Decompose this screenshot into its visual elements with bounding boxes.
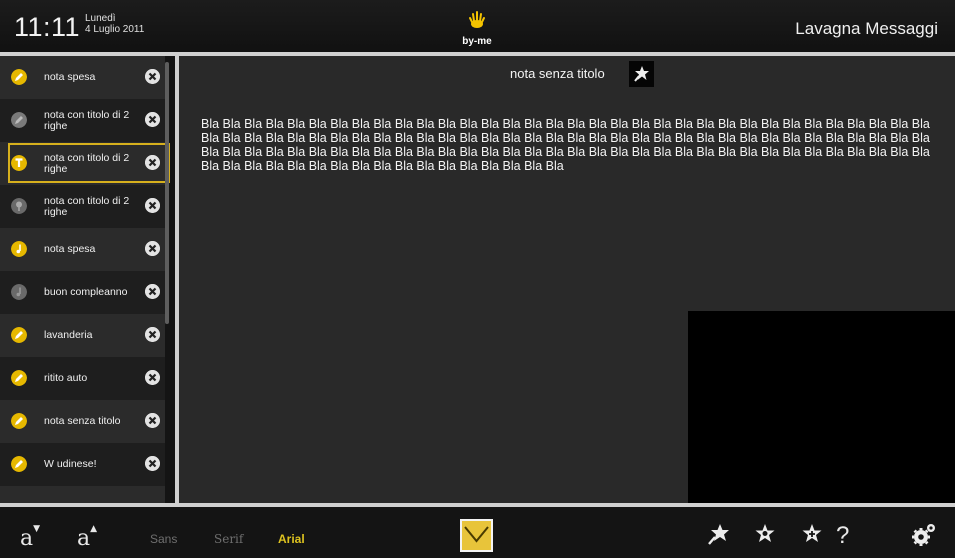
list-item-selected[interactable]: nota con titolo di 2 righe <box>0 142 170 185</box>
logo-text: by-me <box>462 36 492 47</box>
list-item[interactable]: buon compleanno <box>0 271 165 314</box>
pencil-icon <box>11 69 27 85</box>
arrow-up-icon: ▲ <box>90 524 98 534</box>
list-item[interactable]: nota senza titolo <box>0 400 165 443</box>
close-icon[interactable] <box>145 155 160 170</box>
empty-panel <box>688 311 955 503</box>
note-label: nota con titolo di 2 righe <box>44 108 130 132</box>
day-label: Lunedì <box>85 13 116 24</box>
pin-button[interactable] <box>629 61 654 87</box>
notes-sidebar[interactable]: nota spesa nota con titolo di 2 righe no… <box>0 56 175 503</box>
close-icon[interactable] <box>145 69 160 84</box>
list-item[interactable]: nota spesa <box>0 56 165 99</box>
font-smaller-button[interactable]: a▼ <box>20 524 41 551</box>
star-outline-icon[interactable] <box>752 521 778 547</box>
pin-star-icon <box>634 66 649 82</box>
date-display: Lunedì 4 Luglio 2011 <box>85 13 144 35</box>
note-color-button[interactable] <box>460 519 493 552</box>
note-label: nota con titolo di 2 righe <box>44 194 130 218</box>
close-icon[interactable] <box>145 112 160 127</box>
sidebar-scrollbar[interactable] <box>165 62 169 324</box>
note-label: W udinese! <box>44 458 97 470</box>
note-label: nota senza titolo <box>44 415 121 427</box>
font-option-arial[interactable]: Arial <box>278 532 305 546</box>
footer-toolbar: a▼ a▲ Sans Serif Arial ? <box>0 507 955 558</box>
note-body: Bla Bla Bla Bla Bla Bla Bla Bla Bla Bla … <box>201 117 930 173</box>
list-item-partial <box>0 486 165 503</box>
font-larger-label: a <box>77 526 91 551</box>
settings-gear-icon[interactable] <box>910 521 938 549</box>
close-icon[interactable] <box>145 327 160 342</box>
font-smaller-label: a <box>20 526 34 551</box>
clock: 11:11 <box>14 12 81 42</box>
close-icon[interactable] <box>145 370 160 385</box>
note-label: buon compleanno <box>44 286 128 298</box>
pin-icon <box>11 198 27 214</box>
check-mark-icon <box>464 526 489 543</box>
text-T-icon <box>11 155 27 171</box>
list-item[interactable]: nota con titolo di 2 righe <box>0 185 165 228</box>
note-label: nota spesa <box>44 71 96 83</box>
close-icon[interactable] <box>145 456 160 471</box>
arrow-down-icon: ▼ <box>33 524 41 534</box>
font-larger-button[interactable]: a▲ <box>77 524 98 551</box>
close-icon[interactable] <box>145 241 160 256</box>
list-item[interactable]: nota con titolo di 2 righe <box>0 99 165 142</box>
pin-star-icon[interactable] <box>706 521 732 547</box>
pencil-icon <box>11 413 27 429</box>
font-option-serif[interactable]: Serif <box>214 532 243 546</box>
note-title: nota senza titolo <box>510 66 605 81</box>
note-viewer: nota senza titolo Bla Bla Bla Bla Bla Bl… <box>179 56 955 503</box>
list-item[interactable]: ritito auto <box>0 357 165 400</box>
pencil-icon <box>11 112 27 128</box>
note-label: lavanderia <box>44 329 93 341</box>
star-plus-icon[interactable] <box>799 521 825 547</box>
hand-logo-icon <box>469 11 485 28</box>
list-item[interactable]: lavanderia <box>0 314 165 357</box>
date-label: 4 Luglio 2011 <box>85 24 145 35</box>
note-label: nota con titolo di 2 righe <box>44 151 130 175</box>
app-title: Lavagna Messaggi <box>795 19 938 38</box>
byme-logo: by-me <box>462 10 492 47</box>
header-bar: 11:11 Lunedì 4 Luglio 2011 by-me Lavagna… <box>0 0 955 52</box>
close-icon[interactable] <box>145 284 160 299</box>
note-label: ritito auto <box>44 372 88 384</box>
list-item[interactable]: nota spesa <box>0 228 165 271</box>
pencil-icon <box>11 327 27 343</box>
pencil-icon <box>11 370 27 386</box>
music-note-icon <box>11 241 27 257</box>
note-label: nota spesa <box>44 243 96 255</box>
close-icon[interactable] <box>145 413 160 428</box>
music-note-icon <box>11 284 27 300</box>
close-icon[interactable] <box>145 198 160 213</box>
font-option-sans[interactable]: Sans <box>150 532 177 546</box>
help-button[interactable]: ? <box>836 522 849 550</box>
list-item[interactable]: W udinese! <box>0 443 165 486</box>
pencil-icon <box>11 456 27 472</box>
